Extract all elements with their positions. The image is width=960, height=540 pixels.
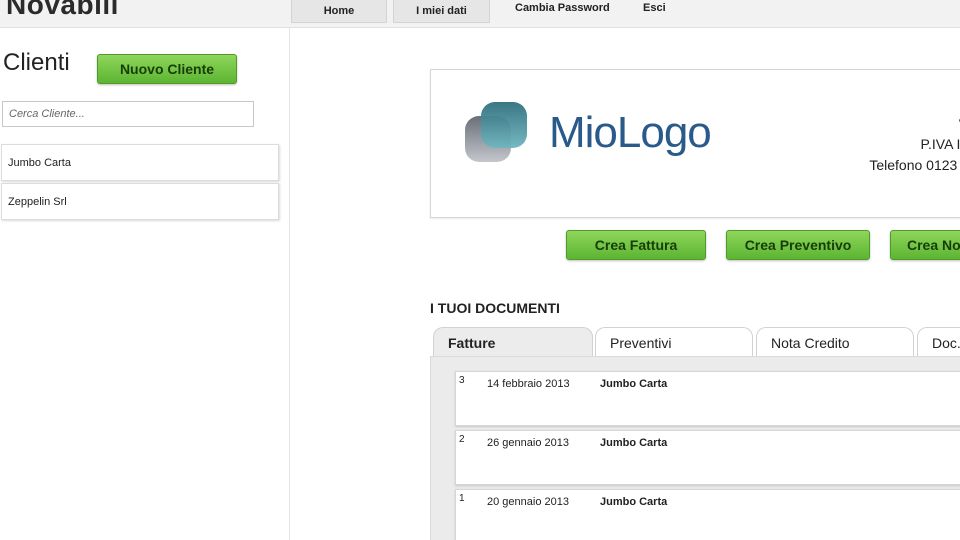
app-brand[interactable]: Novabill <box>6 0 119 21</box>
nav-home[interactable]: Home <box>291 0 387 23</box>
document-item[interactable]: 3 14 febbraio 2013 Jumbo Carta <box>455 371 960 426</box>
company-logo-text: MioLogo <box>549 108 712 157</box>
tab-nota-credito[interactable]: Nota Credito <box>756 327 914 357</box>
company-header-card: MioLogo vi P.IVA IT Telefono 0123 4 <box>430 69 960 218</box>
document-number: 3 <box>459 375 465 386</box>
nav-esci[interactable]: Esci <box>643 2 666 14</box>
client-name: Zeppelin Srl <box>8 195 67 208</box>
create-invoice-button[interactable]: Crea Fattura <box>566 230 706 260</box>
document-date: 14 febbraio 2013 <box>487 378 570 390</box>
company-vat-line: P.IVA IT <box>920 136 960 152</box>
sidebar: Clienti Nuovo Cliente Jumbo Carta Zeppel… <box>0 28 290 540</box>
client-list-item[interactable]: Jumbo Carta <box>1 144 279 181</box>
tab-fatture[interactable]: Fatture <box>433 327 593 357</box>
document-client: Jumbo Carta <box>600 496 668 508</box>
create-credit-note-button[interactable]: Crea No <box>890 230 960 260</box>
document-number: 1 <box>459 493 465 504</box>
create-quote-button[interactable]: Crea Preventivo <box>726 230 870 260</box>
tab-preventivi[interactable]: Preventivi <box>595 327 753 357</box>
document-date: 20 gennaio 2013 <box>487 496 569 508</box>
document-client: Jumbo Carta <box>600 437 668 449</box>
document-item[interactable]: 1 20 gennaio 2013 Jumbo Carta <box>455 489 960 540</box>
client-search-input[interactable] <box>2 101 254 127</box>
client-list-item[interactable]: Zeppelin Srl <box>1 183 279 220</box>
document-date: 26 gennaio 2013 <box>487 437 569 449</box>
top-bar: Novabill Home I miei dati Cambia Passwor… <box>0 0 960 28</box>
new-client-button[interactable]: Nuovo Cliente <box>97 54 237 84</box>
documents-section-title: I TUOI DOCUMENTI <box>430 300 560 316</box>
nav-cambia-password[interactable]: Cambia Password <box>515 2 610 14</box>
sidebar-title: Clienti <box>3 49 70 76</box>
company-phone-line: Telefono 0123 4 <box>869 157 960 173</box>
document-client: Jumbo Carta <box>600 378 668 390</box>
tab-doc[interactable]: Doc. <box>917 327 960 357</box>
client-name: Jumbo Carta <box>8 156 71 169</box>
nav-miei-dati[interactable]: I miei dati <box>393 0 490 23</box>
document-item[interactable]: 2 26 gennaio 2013 Jumbo Carta <box>455 430 960 485</box>
company-logo-icon <box>465 102 529 164</box>
document-number: 2 <box>459 434 465 445</box>
